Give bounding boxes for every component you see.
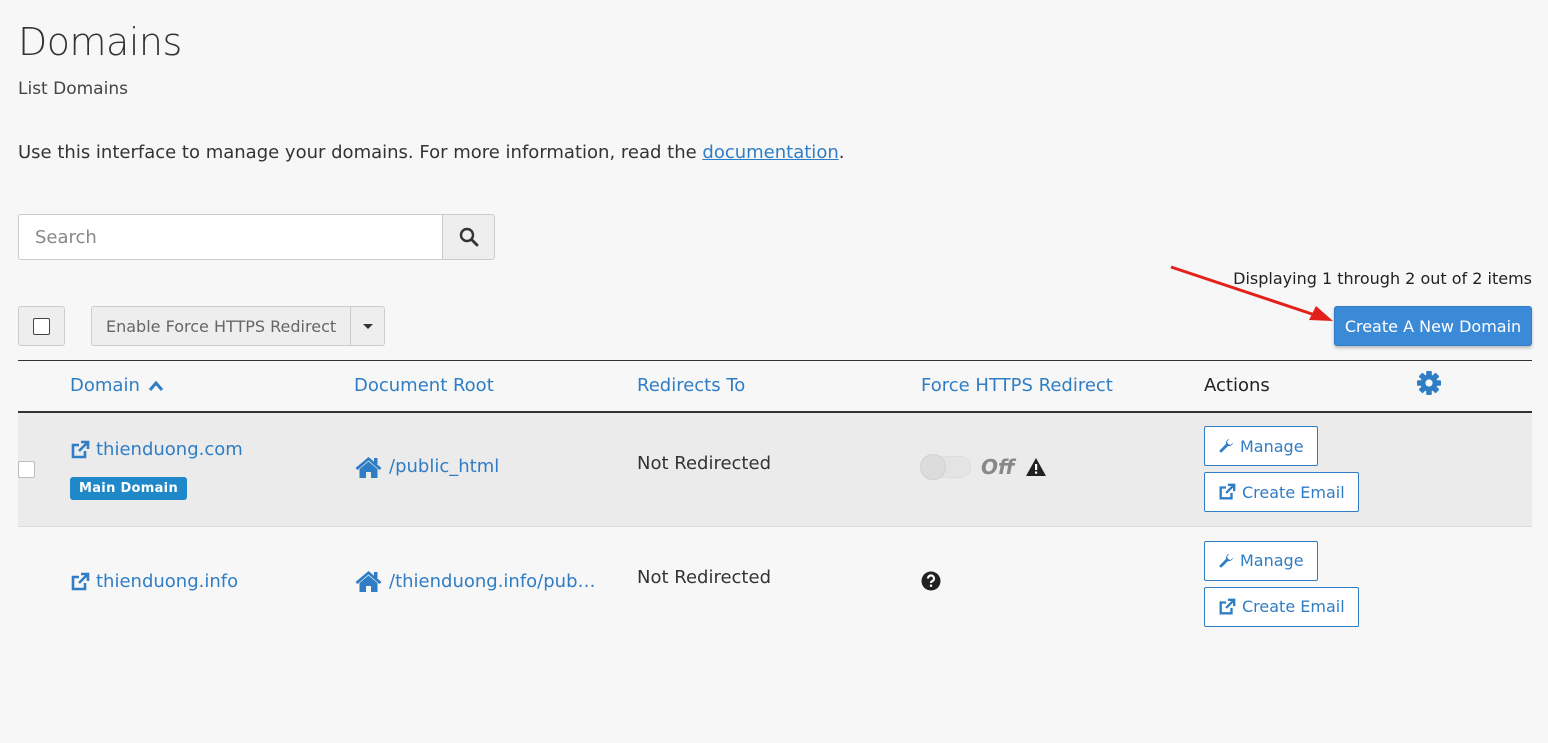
domain-link[interactable]: thienduong.info <box>70 571 238 592</box>
wrench-icon <box>1219 553 1233 568</box>
sort-by-redirects[interactable]: Redirects To <box>637 361 921 412</box>
table-settings-button[interactable] <box>1416 361 1532 412</box>
create-email-label: Create Email <box>1242 597 1345 617</box>
main-domain-badge: Main Domain <box>70 476 187 500</box>
search-input[interactable] <box>18 214 442 260</box>
page-title: Domains <box>18 20 182 64</box>
domain-name: thienduong.info <box>96 571 239 592</box>
search-bar <box>18 214 495 260</box>
home-icon <box>355 456 382 478</box>
create-email-label: Create Email <box>1242 482 1345 502</box>
row-check-cell <box>18 412 70 527</box>
question-circle-icon[interactable] <box>921 571 941 591</box>
header-check-cell <box>18 361 70 412</box>
redirects-cell: Not Redirected <box>637 412 921 527</box>
gear-icon <box>1416 371 1441 396</box>
sort-by-domain[interactable]: Domain <box>70 361 354 412</box>
select-all-checkbox[interactable] <box>18 306 65 346</box>
docroot-path: /public_html <box>389 456 500 478</box>
table-header-row: Domain Document Root Redirects To Force … <box>18 360 1532 412</box>
docroot-cell: /public_html <box>354 412 637 527</box>
manage-label: Manage <box>1240 551 1304 571</box>
actions-cell: Manage Create Email <box>1204 412 1532 527</box>
https-cell: Off <box>920 412 1204 527</box>
documentation-link[interactable]: documentation <box>702 142 838 163</box>
docroot-link[interactable]: /thienduong.info/pub… <box>354 569 596 593</box>
manage-button[interactable]: Manage <box>1204 426 1318 467</box>
bulk-action-dropdown[interactable] <box>351 306 386 346</box>
https-cell <box>921 527 1204 641</box>
https-redirect-control: Off <box>920 454 1047 481</box>
actions-cell: Manage Create Email <box>1204 527 1532 641</box>
domains-table: Domain Document Root Redirects To Force … <box>18 360 1532 641</box>
domain-link[interactable]: thienduong.com <box>70 439 243 460</box>
manage-label: Manage <box>1240 436 1304 456</box>
redirect-status: Not Redirected <box>637 567 771 589</box>
intro-text-end: . <box>838 142 845 163</box>
row-checkbox[interactable] <box>18 460 35 478</box>
wrench-icon <box>1219 439 1233 453</box>
https-redirect-toggle[interactable] <box>920 454 971 481</box>
create-email-button[interactable]: Create Email <box>1204 586 1359 627</box>
create-domain-button[interactable]: Create A New Domain <box>1334 306 1532 346</box>
column-domain-label: Domain <box>70 375 140 397</box>
page-subtitle: List Domains <box>18 79 128 99</box>
manage-button[interactable]: Manage <box>1204 540 1318 581</box>
table-row: thienduong.info /thienduong.info/pub… No… <box>18 526 1532 641</box>
sort-by-docroot[interactable]: Document Root <box>354 361 637 412</box>
toggle-state-label: Off <box>981 455 1015 480</box>
domain-name: thienduong.com <box>96 439 243 460</box>
warning-icon[interactable] <box>1025 457 1047 477</box>
search-icon <box>459 227 478 247</box>
docroot-path: /thienduong.info/pub… <box>389 570 596 592</box>
caret-down-icon <box>362 323 373 329</box>
docroot-link[interactable]: /public_html <box>354 455 499 479</box>
redirect-status: Not Redirected <box>637 452 771 474</box>
external-link-icon <box>1219 598 1236 615</box>
external-link-icon <box>1219 483 1236 500</box>
toggle-knob <box>920 454 946 481</box>
domain-cell: thienduong.info <box>70 527 354 641</box>
intro-text: Use this interface to manage your domain… <box>18 142 844 163</box>
intro-text-body: Use this interface to manage your domain… <box>18 142 703 163</box>
annotation-arrow <box>1170 265 1333 321</box>
external-link-icon <box>71 572 90 590</box>
checkbox-box <box>33 317 50 335</box>
docroot-cell: /thienduong.info/pub… <box>354 527 637 641</box>
bulk-action-button[interactable]: Enable Force HTTPS Redirect <box>91 306 352 346</box>
home-icon <box>355 571 382 593</box>
column-actions-label: Actions <box>1204 375 1270 397</box>
sort-ascending-icon <box>148 380 163 392</box>
row-actions: Manage Create Email <box>1204 426 1532 513</box>
create-email-button[interactable]: Create Email <box>1204 472 1359 513</box>
row-actions: Manage Create Email <box>1204 540 1532 627</box>
redirects-cell: Not Redirected <box>637 527 921 641</box>
bulk-action-group: Enable Force HTTPS Redirect <box>91 306 386 346</box>
search-button[interactable] <box>442 214 495 260</box>
domain-cell: thienduong.com Main Domain <box>70 412 354 527</box>
row-check-cell <box>18 527 70 641</box>
sort-by-https[interactable]: Force HTTPS Redirect <box>921 361 1204 412</box>
table-row: thienduong.com Main Domain /public_html … <box>18 411 1532 527</box>
external-link-icon <box>71 440 90 458</box>
